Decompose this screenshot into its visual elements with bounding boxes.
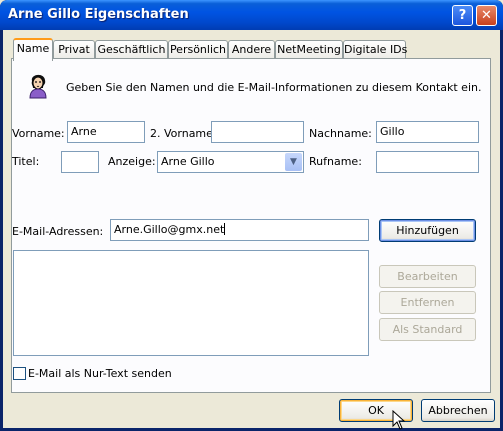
titel-input[interactable]: [61, 151, 99, 173]
vorname2-input[interactable]: [211, 121, 304, 143]
nachname-input[interactable]: Gillo: [376, 121, 479, 143]
close-icon: ✕: [481, 8, 492, 23]
chevron-down-icon[interactable]: ▼: [285, 153, 302, 171]
anzeige-label: Anzeige:: [108, 155, 156, 168]
nachname-label: Nachname:: [309, 127, 372, 140]
tab-persoenlich[interactable]: Persönlich: [168, 40, 228, 59]
email-label: E-Mail-Adressen:: [12, 225, 104, 238]
plain-text-label[interactable]: E-Mail als Nur-Text senden: [28, 367, 172, 380]
properties-dialog: Arne Gillo Eigenschaften ? ✕ Name Privat…: [0, 0, 503, 431]
mouse-pointer-icon: [392, 410, 406, 430]
email-input-value: Arne.Gillo@gmx.net: [114, 223, 225, 236]
edit-email-button[interactable]: Bearbeiten: [379, 265, 476, 288]
tab-andere[interactable]: Andere: [228, 40, 275, 59]
close-button[interactable]: ✕: [476, 5, 497, 26]
vorname-label: Vorname:: [12, 127, 65, 140]
set-default-email-button[interactable]: Als Standard: [379, 318, 476, 341]
anzeige-dropdown[interactable]: Arne Gillo ▼: [157, 151, 304, 173]
tab-privat[interactable]: Privat: [53, 40, 95, 59]
header-instructions: Geben Sie den Namen und die E-Mail-Infor…: [66, 81, 482, 94]
tab-panel-name: Geben Sie den Namen und die E-Mail-Infor…: [11, 58, 491, 393]
vorname2-label: 2. Vorname:: [150, 127, 217, 140]
plain-text-checkbox[interactable]: [13, 367, 26, 380]
remove-email-button[interactable]: Entfernen: [379, 291, 476, 314]
add-email-button[interactable]: Hinzufügen: [379, 219, 476, 242]
contact-person-icon: [29, 74, 47, 99]
tab-geschaeftlich[interactable]: Geschäftlich: [95, 40, 168, 59]
text-caret: [224, 223, 226, 235]
window-title: Arne Gillo Eigenschaften: [8, 7, 189, 22]
help-button[interactable]: ?: [452, 5, 473, 26]
title-bar[interactable]: Arne Gillo Eigenschaften ? ✕: [0, 0, 503, 30]
anzeige-value: Arne Gillo: [161, 155, 215, 168]
help-icon: ?: [458, 8, 467, 23]
titel-label: Titel:: [12, 155, 40, 168]
email-address-list[interactable]: [13, 250, 369, 356]
rufname-input[interactable]: [376, 151, 479, 173]
tab-digitale-ids[interactable]: Digitale IDs: [343, 40, 407, 59]
vorname-input[interactable]: Arne: [67, 121, 145, 143]
tab-netmeeting[interactable]: NetMeeting: [275, 40, 343, 59]
email-input[interactable]: Arne.Gillo@gmx.net: [110, 219, 369, 241]
cancel-button[interactable]: Abbrechen: [421, 399, 495, 422]
rufname-label: Rufname:: [309, 155, 362, 168]
dialog-client-area: Name Privat Geschäftlich Persönlich Ande…: [3, 30, 500, 430]
tab-name[interactable]: Name: [13, 38, 53, 61]
